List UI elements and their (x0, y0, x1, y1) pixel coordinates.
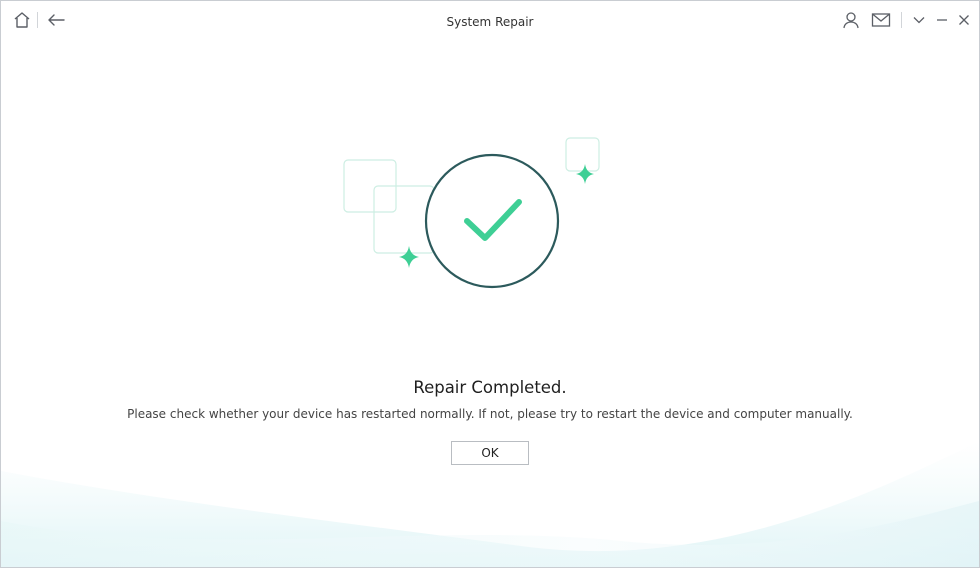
success-circle (424, 153, 560, 289)
ok-button[interactable]: OK (451, 441, 529, 465)
decor-square-small (565, 137, 600, 172)
repair-completed-heading: Repair Completed. (413, 378, 567, 397)
sparkle-icon (576, 164, 594, 184)
chevron-down-icon[interactable] (910, 10, 928, 30)
user-icon[interactable] (841, 10, 861, 30)
title-bar: System Repair (1, 1, 979, 41)
app-window: System Repair Repair Completed. Please c… (0, 0, 980, 568)
close-icon[interactable] (955, 10, 973, 30)
sparkle-icon (399, 246, 419, 268)
repair-instructions-text: Please check whether your device has res… (127, 407, 853, 421)
minimize-icon[interactable] (933, 10, 951, 30)
window-title: System Repair (446, 15, 534, 29)
success-illustration (343, 137, 600, 289)
titlebar-separator (901, 12, 902, 28)
mail-icon[interactable] (870, 10, 892, 30)
